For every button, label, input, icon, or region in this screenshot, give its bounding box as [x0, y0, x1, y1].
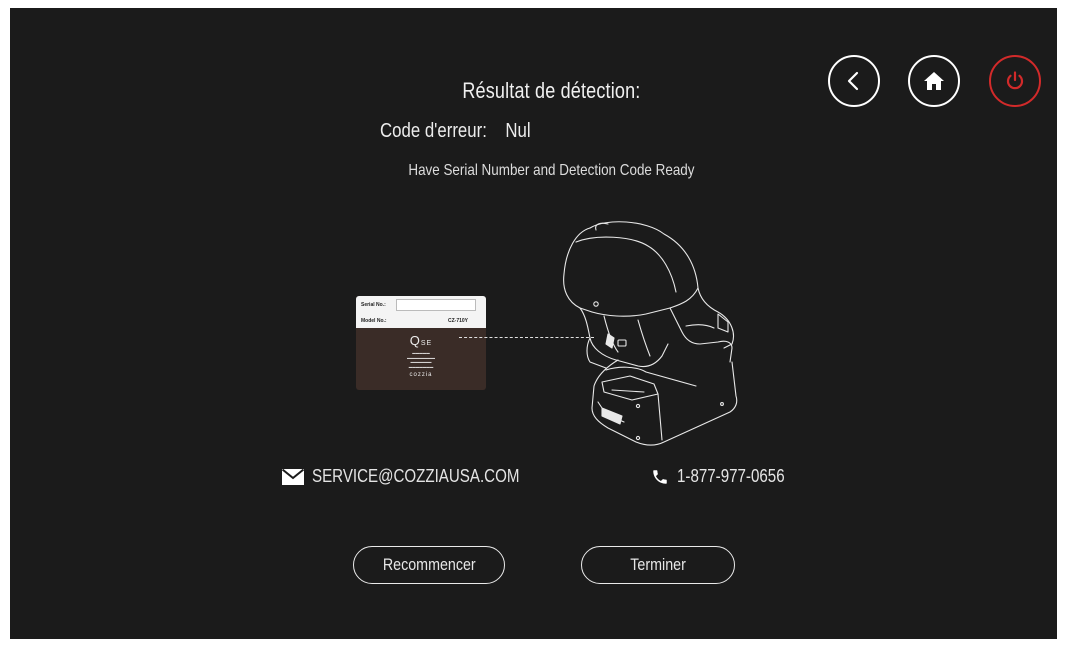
- model-number-value: CZ-710Y: [448, 318, 469, 324]
- serial-number-label: Serial No.:: [361, 302, 386, 308]
- serial-number-box: [396, 299, 476, 311]
- error-code-value: Nul: [505, 120, 531, 142]
- phone-number: 1-877-977-0656: [677, 466, 785, 486]
- serial-label-bottom: QSE ▬▬▬▬▬ ▬▬▬▬▬▬▬▬ ▬▬▬▬▬▬ ▬▬▬▬▬▬▬ cozzia: [356, 333, 486, 378]
- brand-logo: cozzia: [409, 372, 433, 379]
- model-number-label: Model No.:: [361, 318, 387, 324]
- email-contact: SERVICE@COZZIAUSA.COM: [282, 466, 559, 487]
- email-address: SERVICE@COZZIAUSA.COM: [312, 466, 520, 486]
- finish-button[interactable]: Terminer: [581, 546, 735, 584]
- power-icon: [1006, 71, 1024, 90]
- massage-chair-illustration: [563, 221, 738, 446]
- chevron-left-icon: [847, 71, 859, 91]
- home-button[interactable]: [908, 55, 960, 107]
- hint-text: Have Serial Number and Detection Code Re…: [408, 162, 695, 179]
- phone-contact: 1-877-977-0656: [651, 466, 805, 487]
- power-button[interactable]: [989, 55, 1041, 107]
- product-logo-suffix: SE: [420, 340, 433, 347]
- product-logo: QSE: [356, 333, 486, 348]
- finish-button-label: Terminer: [630, 555, 686, 574]
- serial-label-card: Serial No.: Model No.: CZ-710Y QSE ▬▬▬▬▬…: [356, 296, 486, 390]
- label-spec-lines: ▬▬▬▬▬ ▬▬▬▬▬▬▬▬ ▬▬▬▬▬▬ ▬▬▬▬▬▬▬: [407, 351, 435, 369]
- serial-label-top: Serial No.: Model No.: CZ-710Y: [356, 296, 486, 328]
- home-icon: [924, 72, 944, 90]
- product-logo-letter: Q: [409, 333, 421, 348]
- screen: Résultat de détection: Code d'erreur: Nul…: [10, 8, 1057, 639]
- phone-icon: [651, 468, 669, 486]
- restart-button[interactable]: Recommencer: [353, 546, 505, 584]
- back-button[interactable]: [828, 55, 880, 107]
- error-code-label: Code d'erreur:: [380, 120, 487, 142]
- envelope-icon: [282, 468, 304, 485]
- restart-button-label: Recommencer: [382, 555, 476, 574]
- error-code-row: Code d'erreur: Nul: [380, 120, 531, 143]
